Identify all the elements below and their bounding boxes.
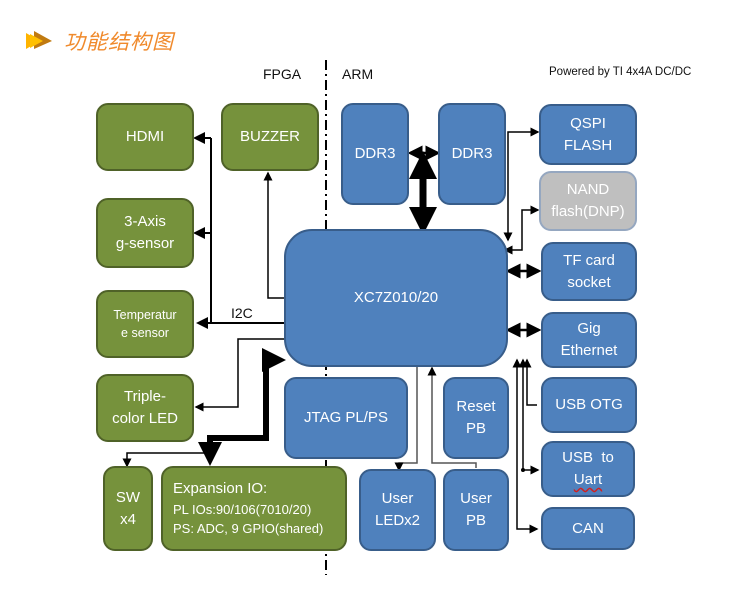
usb-uart-line2: Uart [573,471,603,488]
nand-flash-block: NAND flash(DNP) [539,171,637,231]
expansion-pl-ios: PL IOs:90/106(7010/20) [173,501,312,517]
jtag-block: JTAG PL/PS [284,377,408,459]
tf-card-block: TF card socket [541,242,637,301]
usb-uart-line1: USB to [562,449,614,467]
hdmi-block: HDMI [96,103,194,171]
can-block: CAN [541,507,635,550]
sw-line [122,452,210,468]
usb-otg-line [522,358,537,406]
expansion-ps-io: PS: ADC, 9 GPIO(shared) [173,521,324,537]
user-led-block: User LEDx2 [359,469,436,551]
reset-pb-block: Reset PB [443,377,509,459]
gig-ethernet-block: Gig Ethernet [541,312,637,368]
temperature-sensor-block: Temperatur e sensor [96,290,194,358]
triple-color-led-block: Triple- color LED [96,374,194,442]
ddr3-block-2: DDR3 [438,103,506,205]
qspi-flash-block: QSPI FLASH [539,104,637,165]
expansion-io-bus [198,348,286,466]
g-sensor-block: 3-Axis g-sensor [96,198,194,268]
switch-block: SW x4 [103,466,153,551]
usb-uart-block: USB to Uart [541,441,635,497]
buzzer-block: BUZZER [221,103,319,171]
nand-line [503,205,540,255]
soc-block: XC7Z010/20 [284,229,508,367]
expansion-io-block: Expansion IO: PL IOs:90/106(7010/20) PS:… [161,466,347,551]
expansion-title: Expansion IO: [173,480,268,497]
triple-led-line [194,338,290,412]
user-pb-block: User PB [443,469,509,551]
i2c-label: I2C [231,305,253,321]
ddr3-block-1: DDR3 [341,103,409,205]
usb-otg-block: USB OTG [541,377,637,433]
qspi-line [503,127,540,242]
